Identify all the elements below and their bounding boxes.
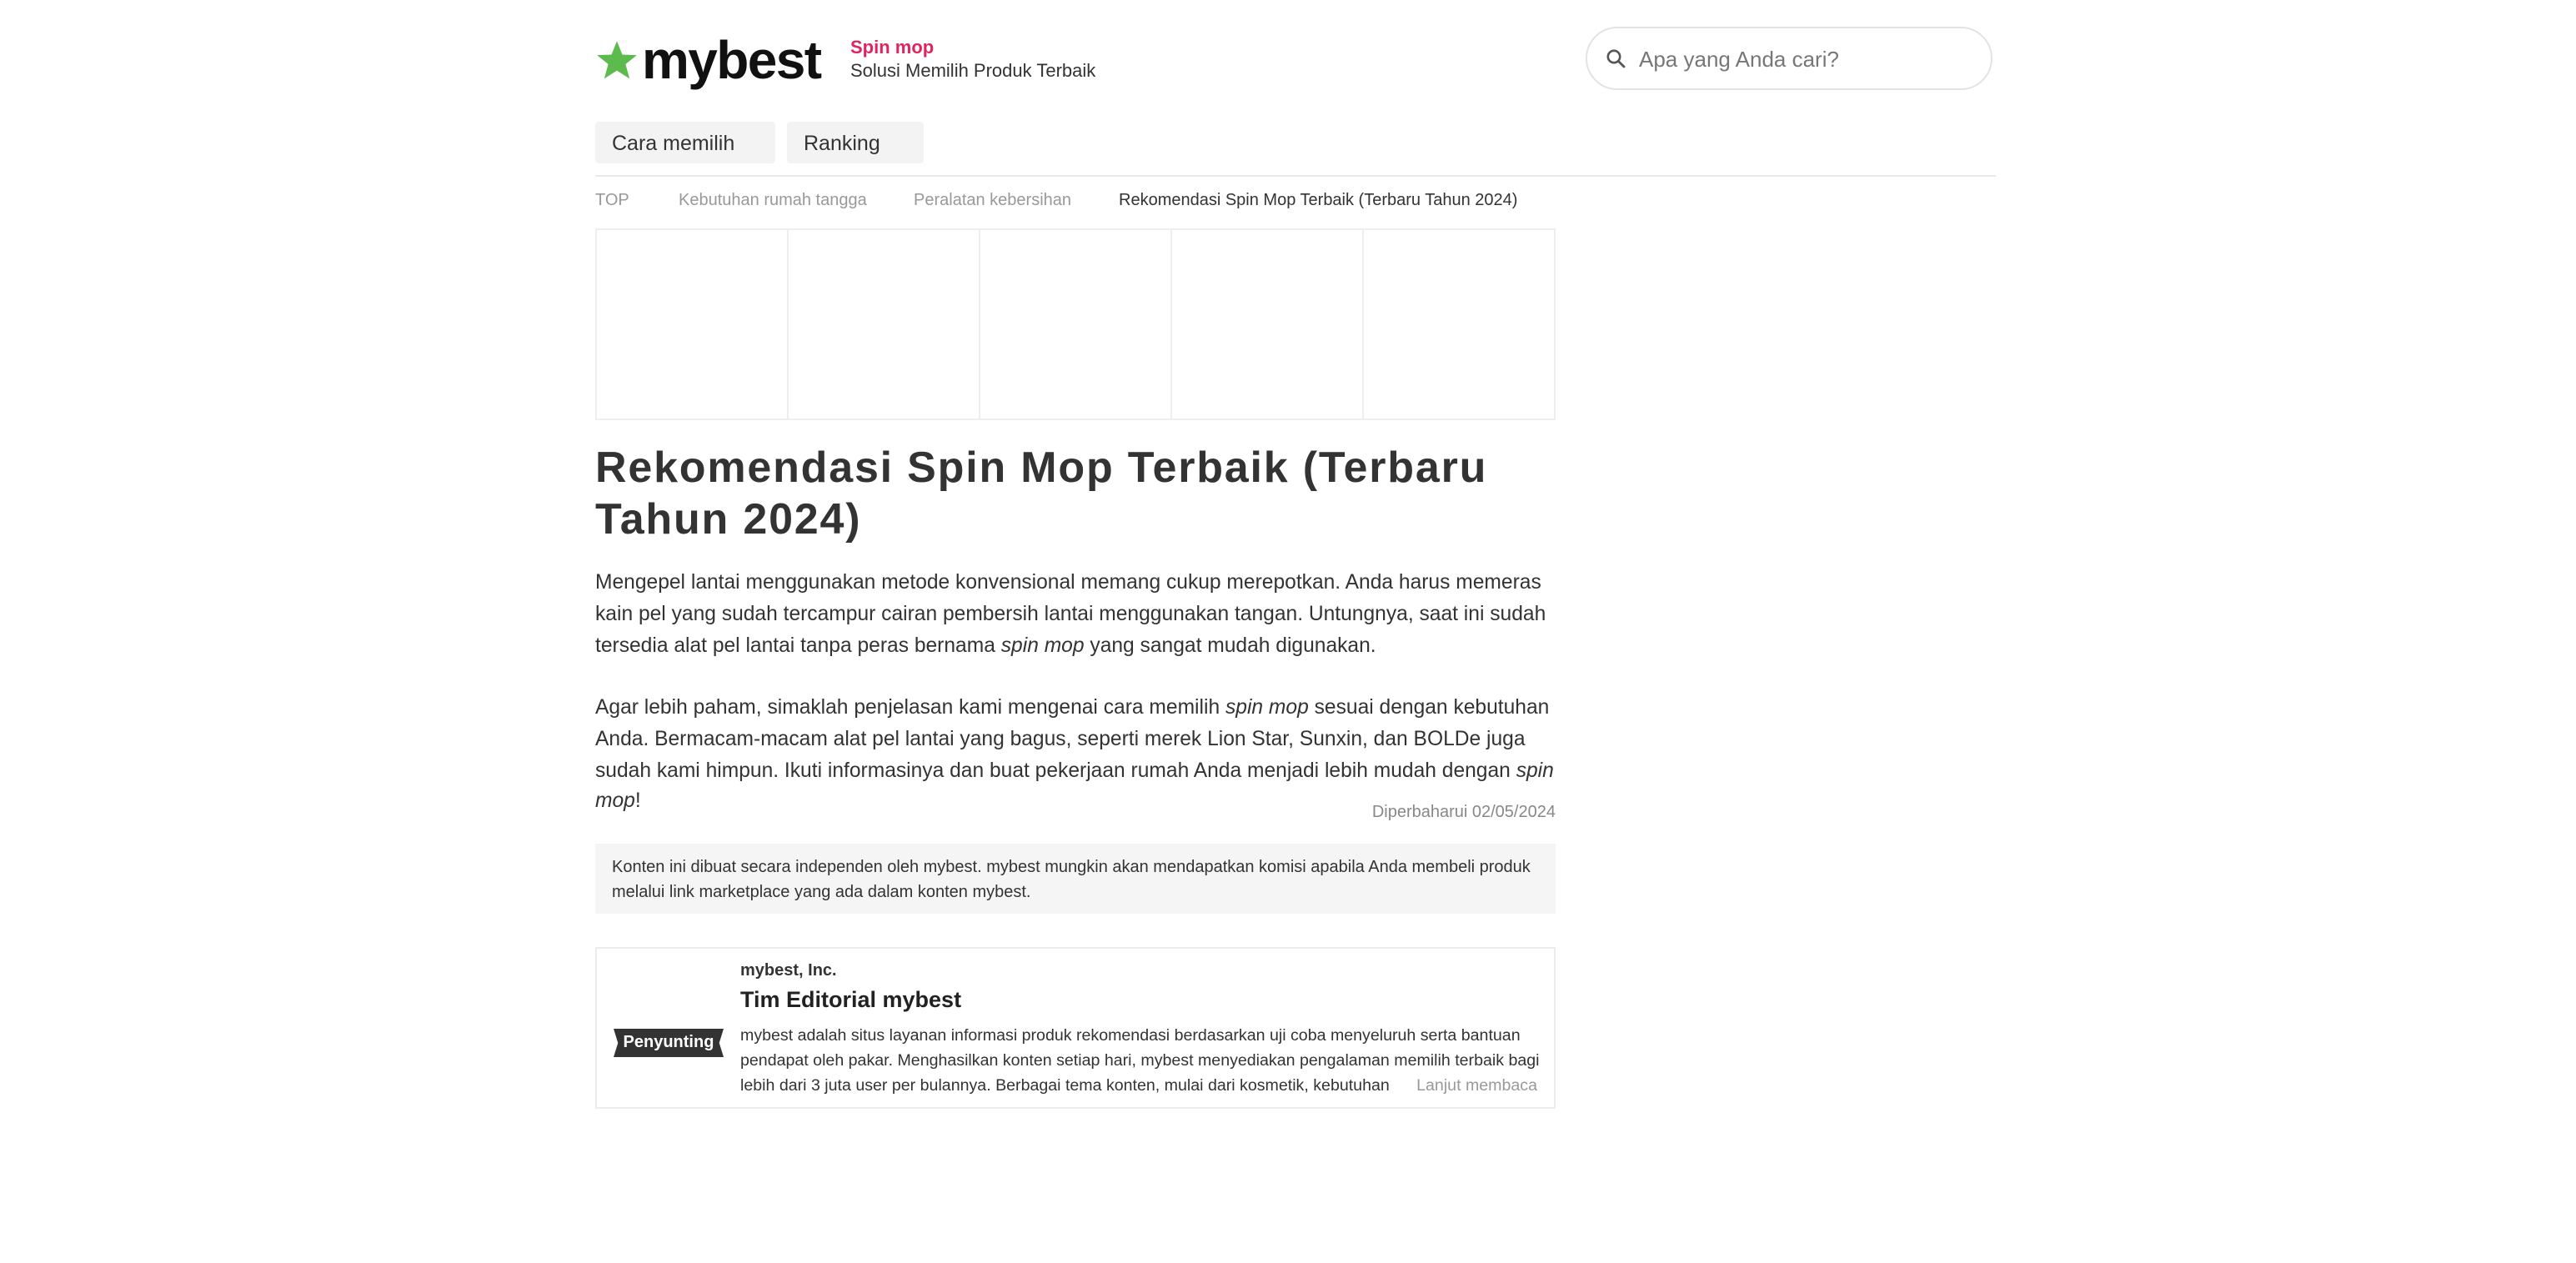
editor-name[interactable]: Tim Editorial mybest xyxy=(740,987,961,1012)
site-slogan: Solusi Memilih Produk Terbaik xyxy=(850,62,1096,82)
intro-paragraph: Mengepel lantai menggunakan metode konve… xyxy=(595,570,1546,657)
site-tagline: Spin mop Solusi Memilih Produk Terbaik xyxy=(850,38,1095,82)
header-divider xyxy=(595,175,1996,177)
tab-cara-memilih[interactable]: Cara memilih xyxy=(595,122,775,163)
page: mybest Spin mop Solusi Memilih Produk Te… xyxy=(0,0,2576,1263)
breadcrumb-item-top[interactable]: TOP xyxy=(595,192,629,210)
intro-paragraph: Agar lebih paham, simaklah penjelasan ka… xyxy=(595,694,1554,813)
site-header: mybest Spin mop Solusi Memilih Produk Te… xyxy=(595,23,1996,98)
product-image[interactable] xyxy=(597,230,789,418)
site-logo[interactable]: mybest xyxy=(595,30,822,90)
product-image[interactable] xyxy=(1172,230,1364,418)
editor-company: mybest, Inc. xyxy=(740,962,837,980)
product-image[interactable] xyxy=(1364,230,1554,418)
disclaimer-box: Konten ini dibuat secara independen oleh… xyxy=(595,844,1556,914)
search-box[interactable] xyxy=(1586,27,1992,90)
article-tabs: Cara memilih Ranking xyxy=(595,122,924,163)
editor-badge: Penyunting xyxy=(614,1029,724,1057)
breadcrumb-item-current: Rekomendasi Spin Mop Terbaik (Terbaru Ta… xyxy=(1119,192,1518,210)
search-icon xyxy=(1606,49,1626,68)
star-icon xyxy=(597,41,637,79)
breadcrumb-item-cleaning[interactable]: Peralatan kebersihan xyxy=(914,192,1071,210)
tab-ranking[interactable]: Ranking xyxy=(787,122,924,163)
product-image-strip xyxy=(595,228,1556,420)
product-image[interactable] xyxy=(789,230,980,418)
updated-date: Diperbaharui 02/05/2024 xyxy=(1371,804,1556,822)
category-label[interactable]: Spin mop xyxy=(850,38,1095,58)
logo-wordmark: mybest xyxy=(642,30,822,90)
page-title: Rekomendasi Spin Mop Terbaik (Terbaru Ta… xyxy=(595,442,1488,544)
breadcrumb-item-household[interactable]: Kebutuhan rumah tangga xyxy=(679,192,867,210)
editor-card: Penyunting mybest, Inc. Tim Editorial my… xyxy=(595,947,1556,1109)
product-image[interactable] xyxy=(980,230,1172,418)
read-more-link[interactable]: Lanjut membaca xyxy=(1410,1074,1537,1099)
search-input[interactable] xyxy=(1636,44,1976,73)
